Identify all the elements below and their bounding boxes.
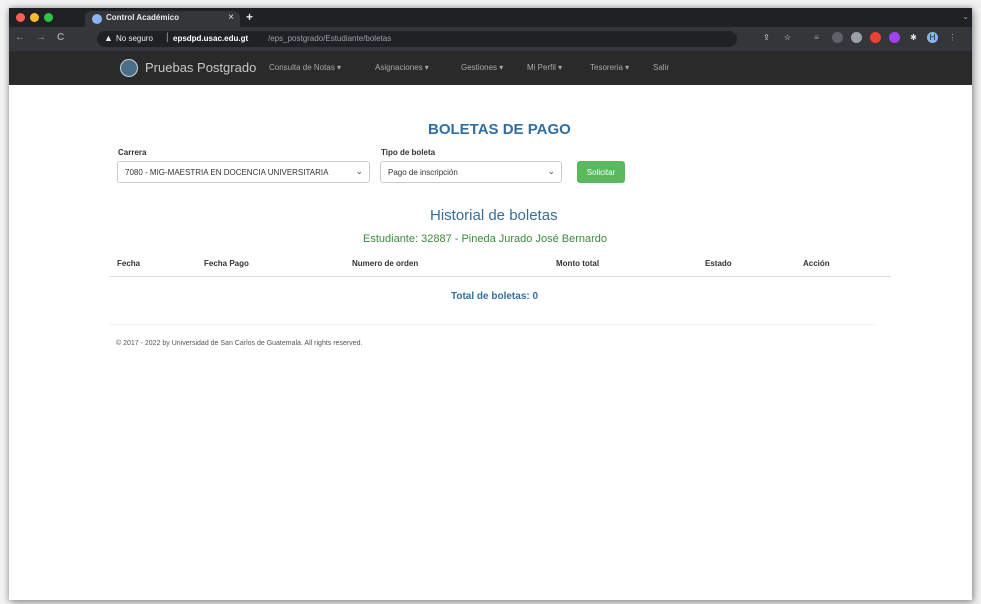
minimize-window-button[interactable]: [30, 13, 39, 22]
solicitar-button[interactable]: Solicitar: [577, 161, 625, 183]
browser-tab[interactable]: Control Académico ×: [85, 11, 240, 27]
tab-title: Control Académico: [106, 13, 180, 22]
nav-item-salir[interactable]: Salir: [653, 63, 669, 72]
tipo-boleta-label: Tipo de boleta: [381, 148, 436, 157]
footer-divider: [110, 324, 875, 325]
column-header-numero-orden: Numero de orden: [352, 259, 419, 268]
tab-search-icon[interactable]: ⌄: [962, 12, 969, 21]
url-separator: |: [166, 32, 169, 43]
extension-icon[interactable]: [889, 32, 900, 43]
history-title: Historial de boletas: [430, 207, 558, 224]
column-header-accion: Acción: [803, 259, 830, 268]
browser-toolbar: ← → C ▲ No seguro | epsdpd.usac.edu.gt /…: [9, 27, 972, 51]
back-button[interactable]: ←: [15, 32, 25, 43]
nav-item-asignaciones[interactable]: Asignaciones ▾: [375, 63, 429, 72]
carrera-selected-value: 7080 - MIG-MAESTRIA EN DOCENCIA UNIVERSI…: [125, 168, 329, 177]
chevron-down-icon: ⌄: [355, 166, 363, 176]
tab-close-icon[interactable]: ×: [228, 12, 234, 23]
student-info: Estudiante: 32887 - Pineda Jurado José B…: [363, 233, 607, 245]
globe-icon: [92, 14, 102, 24]
extension-icon[interactable]: [870, 32, 881, 43]
brand-logo-icon[interactable]: [120, 59, 138, 77]
chevron-down-icon: ⌄: [547, 166, 555, 176]
carrera-select[interactable]: 7080 - MIG-MAESTRIA EN DOCENCIA UNIVERSI…: [117, 161, 370, 183]
translate-extension-icon[interactable]: ≡: [811, 32, 822, 43]
nav-item-mi-perfil[interactable]: Mi Perfil ▾: [527, 63, 562, 72]
new-tab-button[interactable]: +: [246, 10, 253, 24]
tipo-boleta-select[interactable]: Pago de inscripción ⌄: [380, 161, 562, 183]
reload-button[interactable]: C: [57, 32, 64, 43]
address-bar[interactable]: ▲ No seguro | epsdpd.usac.edu.gt /eps_po…: [97, 31, 737, 47]
tab-strip: Control Académico × + ⌄: [9, 8, 972, 27]
nav-item-gestiones[interactable]: Gestiones ▾: [461, 63, 503, 72]
tipo-boleta-selected-value: Pago de inscripción: [388, 168, 458, 177]
nav-item-tesoreria[interactable]: Tesoreria ▾: [590, 63, 629, 72]
column-header-estado: Estado: [705, 259, 732, 268]
bookmark-star-icon[interactable]: ☆: [782, 32, 793, 43]
column-header-fecha: Fecha: [117, 259, 141, 268]
page-title: BOLETAS DE PAGO: [428, 121, 571, 138]
url-path: /eps_postgrado/Estudiante/boletas: [268, 34, 392, 43]
column-header-monto-total: Monto total: [556, 259, 600, 268]
footer-copyright: © 2017 - 2022 by Universidad de San Carl…: [116, 340, 363, 347]
maximize-window-button[interactable]: [44, 13, 53, 22]
warning-icon: ▲: [104, 33, 113, 43]
extension-icon[interactable]: [832, 32, 843, 43]
carrera-label: Carrera: [118, 148, 147, 157]
column-header-fecha-pago: Fecha Pago: [204, 259, 249, 268]
forward-button[interactable]: →: [36, 32, 46, 43]
extension-icon[interactable]: [851, 32, 862, 43]
nav-item-consulta-notas[interactable]: Consulta de Notas ▾: [269, 63, 341, 72]
share-icon[interactable]: ⇪: [761, 32, 772, 43]
browser-window: Control Académico × + ⌄ ← → C ▲ No segur…: [9, 8, 972, 600]
puzzle-extensions-icon[interactable]: ✱: [908, 32, 919, 43]
table-divider: [110, 276, 891, 277]
profile-avatar[interactable]: H: [927, 32, 938, 43]
security-label[interactable]: No seguro: [116, 34, 153, 43]
total-boletas: Total de boletas: 0: [451, 291, 539, 302]
brand-name[interactable]: Pruebas Postgrado: [145, 60, 256, 75]
url-host: epsdpd.usac.edu.gt: [173, 34, 249, 43]
more-menu-icon[interactable]: ⋮: [947, 32, 958, 43]
site-navbar: Pruebas Postgrado Consulta de Notas ▾ As…: [9, 51, 972, 85]
close-window-button[interactable]: [16, 13, 25, 22]
